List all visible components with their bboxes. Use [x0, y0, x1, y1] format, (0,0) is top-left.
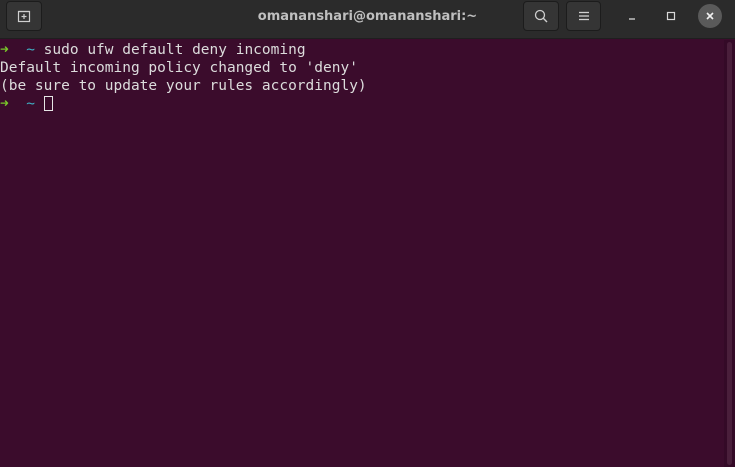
prompt-arrow-icon: ➜ — [0, 42, 9, 58]
search-icon — [534, 9, 548, 23]
command-text: sudo ufw default deny incoming — [43, 42, 306, 58]
new-tab-button[interactable] — [6, 1, 42, 31]
terminal-window: omananshari@omananshari:~ ➜ ~ sudo ufw d… — [0, 0, 735, 467]
minimize-button[interactable] — [620, 4, 644, 28]
close-icon — [706, 12, 714, 20]
maximize-icon — [666, 11, 676, 21]
title-bar[interactable]: omananshari@omananshari:~ — [0, 0, 735, 39]
prompt-directory: ~ — [26, 96, 35, 112]
close-button[interactable] — [698, 4, 722, 28]
minimize-icon — [629, 18, 635, 20]
scrollbar[interactable] — [724, 40, 735, 467]
new-tab-icon — [17, 10, 31, 23]
terminal-output[interactable]: ➜ ~ sudo ufw default deny incoming Defau… — [0, 40, 724, 467]
search-button[interactable] — [523, 1, 559, 31]
text-cursor — [43, 96, 53, 111]
current-prompt-line[interactable]: ➜ ~ — [0, 95, 724, 113]
prompt-arrow-icon: ➜ — [0, 96, 9, 112]
prompt-directory: ~ — [26, 42, 35, 58]
maximize-button[interactable] — [659, 4, 683, 28]
output-line: (be sure to update your rules accordingl… — [0, 78, 367, 94]
scrollbar-thumb[interactable] — [727, 42, 732, 465]
command-line: ➜ ~ sudo ufw default deny incoming — [0, 41, 724, 59]
hamburger-menu-icon — [578, 11, 589, 21]
output-line: Default incoming policy changed to 'deny… — [0, 60, 358, 76]
menu-button[interactable] — [566, 1, 601, 31]
